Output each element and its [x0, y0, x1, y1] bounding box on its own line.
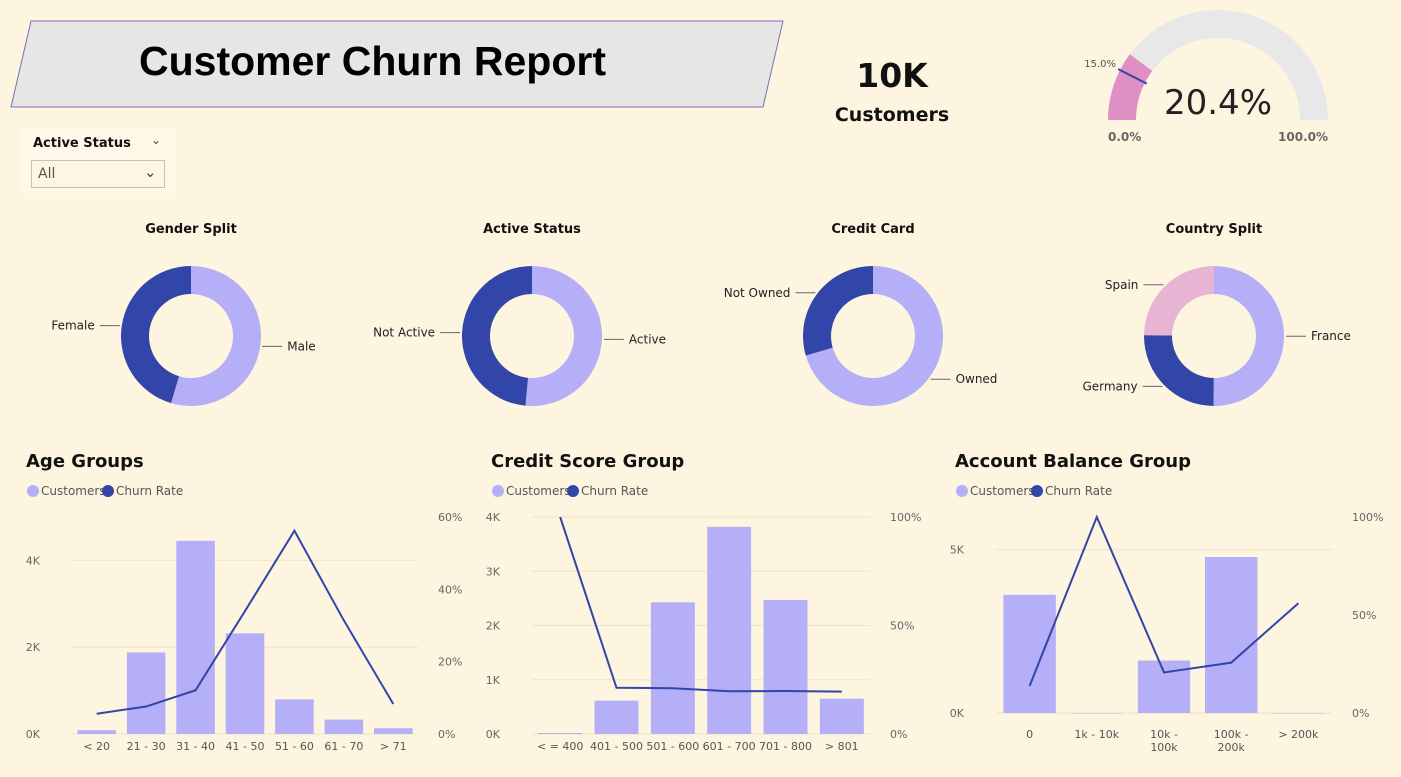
- y-left-tick-label: 3K: [486, 565, 501, 578]
- x-tick-label: 501 - 600: [646, 740, 699, 753]
- x-tick-label: 401 - 500: [590, 740, 643, 753]
- bar: [324, 719, 364, 734]
- bar: [1070, 712, 1124, 714]
- x-tick-label: > 200k: [1278, 728, 1319, 741]
- x-tick-label: 100k: [1150, 741, 1178, 754]
- x-tick-label: < 20: [83, 740, 110, 753]
- bar: [538, 732, 583, 734]
- legend-label: Churn Rate: [581, 484, 648, 498]
- y-right-tick-label: 50%: [1352, 609, 1376, 622]
- bar: [126, 652, 166, 734]
- x-tick-label: 200k: [1218, 741, 1246, 754]
- y-left-tick-label: 2K: [26, 641, 41, 654]
- legend-swatch-churn-rate: [1031, 485, 1043, 497]
- legend-swatch-churn-rate: [102, 485, 114, 497]
- x-tick-label: 10k -: [1150, 728, 1178, 741]
- y-left-tick-label: 1K: [486, 674, 501, 687]
- legend-label: Customers: [41, 484, 106, 498]
- combo-chart-1: Customers Churn Rate 0K 2K 4K 0% 20% 40% 60% < 20…: [26, 484, 463, 753]
- legend-label: Customers: [506, 484, 571, 498]
- x-tick-label: > 801: [825, 740, 859, 753]
- legend-label: Churn Rate: [1045, 484, 1112, 498]
- y-left-tick-label: 4K: [486, 511, 501, 524]
- bar: [275, 699, 314, 734]
- bar: [1003, 594, 1056, 713]
- bar: [763, 599, 808, 734]
- bar: [77, 730, 116, 734]
- x-tick-label: 601 - 700: [703, 740, 756, 753]
- bar: [594, 700, 639, 734]
- y-right-tick-label: 60%: [438, 511, 462, 524]
- x-tick-label: < = 400: [537, 740, 583, 753]
- bar: [225, 633, 265, 734]
- legend-swatch-customers: [27, 485, 39, 497]
- chart-legend: Customers Churn Rate: [956, 484, 1112, 498]
- x-tick-label: 61 - 70: [324, 740, 363, 753]
- x-tick-label: 31 - 40: [176, 740, 215, 753]
- x-tick-label: 41 - 50: [226, 740, 265, 753]
- x-tick-label: 701 - 800: [759, 740, 812, 753]
- y-left-tick-label: 0K: [950, 707, 965, 720]
- y-left-tick-label: 5K: [950, 544, 965, 557]
- legend-label: Churn Rate: [116, 484, 183, 498]
- y-right-tick-label: 0%: [438, 728, 455, 741]
- y-left-tick-label: 2K: [486, 620, 501, 633]
- bar: [1204, 557, 1258, 713]
- y-right-tick-label: 100%: [890, 511, 921, 524]
- chart-legend: Customers Churn Rate: [492, 484, 648, 498]
- y-right-tick-label: 0%: [890, 728, 907, 741]
- x-tick-label: 21 - 30: [127, 740, 166, 753]
- x-tick-label: > 71: [380, 740, 407, 753]
- y-right-tick-label: 20%: [438, 656, 462, 669]
- legend-swatch-churn-rate: [567, 485, 579, 497]
- bar: [1137, 660, 1191, 713]
- bar: [650, 602, 695, 734]
- bar: [374, 728, 413, 734]
- legend-swatch-customers: [956, 485, 968, 497]
- x-tick-label: 51 - 60: [275, 740, 314, 753]
- y-right-tick-label: 100%: [1352, 511, 1383, 524]
- bar: [707, 526, 752, 734]
- legend-swatch-customers: [492, 485, 504, 497]
- combo-chart-2: Customers Churn Rate 0K 1K 2K 3K 4K 0% 50% 100% < …: [486, 484, 922, 753]
- x-tick-label: 0: [1026, 728, 1033, 741]
- y-left-tick-label: 0K: [26, 728, 41, 741]
- y-left-tick-label: 4K: [26, 554, 41, 567]
- bar: [1272, 713, 1325, 714]
- legend-label: Customers: [970, 484, 1035, 498]
- bar: [176, 540, 215, 734]
- bar: [819, 698, 864, 734]
- combo-chart-3: Customers Churn Rate 0K 5K 0% 50% 100% 0 1k - 10…: [950, 484, 1384, 754]
- y-right-tick-label: 0%: [1352, 707, 1369, 720]
- combo-charts: Customers Churn Rate 0K 2K 4K 0% 20% 40% 60% < 20…: [26, 484, 1384, 754]
- y-right-tick-label: 40%: [438, 583, 462, 596]
- chart-legend: Customers Churn Rate: [27, 484, 183, 498]
- y-right-tick-label: 50%: [890, 620, 914, 633]
- x-tick-label: 100k -: [1214, 728, 1249, 741]
- y-left-tick-label: 0K: [486, 728, 501, 741]
- x-tick-label: 1k - 10k: [1074, 728, 1119, 741]
